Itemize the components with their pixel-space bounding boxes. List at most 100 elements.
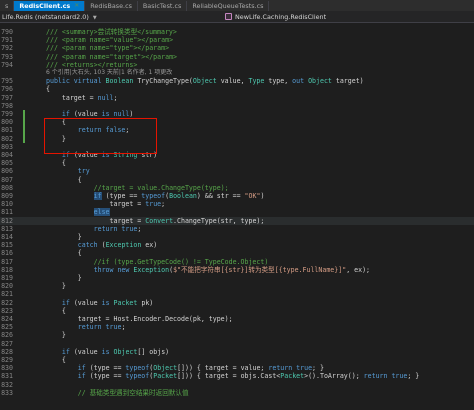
code-token: ; <box>161 200 166 209</box>
code-line[interactable]: 828 if (value is Object[] objs) <box>0 348 474 356</box>
code-line[interactable]: 792 /// <param name="type"></param> <box>0 44 474 52</box>
code-line[interactable]: 821 <box>0 290 474 298</box>
code-line[interactable]: 797 target = null; <box>0 94 474 102</box>
tab-3[interactable]: BasicTest.cs <box>137 1 188 11</box>
code-token: typeof <box>125 372 150 381</box>
code-line[interactable]: 815 catch (Exception ex) <box>0 241 474 249</box>
code-line[interactable]: 794 /// <returns></returns> <box>0 61 474 69</box>
code-line[interactable]: 825 return true; <box>0 323 474 331</box>
tab-2[interactable]: RedisBase.cs <box>85 1 138 11</box>
code-line[interactable]: 791 /// <param name="value"></param> <box>0 36 474 44</box>
code-line[interactable]: 807 { <box>0 176 474 184</box>
code-line[interactable]: 809 if (type == typeof(Boolean) && str =… <box>0 192 474 200</box>
tab-0[interactable]: s <box>0 1 15 11</box>
code-token: target = <box>46 93 98 102</box>
code-line[interactable]: 833 // 基础类型遇到空结果时返回默认值 <box>0 389 474 397</box>
code-line[interactable]: 822 if (value is Packet pk) <box>0 299 474 307</box>
code-line[interactable]: 819 } <box>0 274 474 282</box>
code-line[interactable]: 832 <box>0 381 474 389</box>
line-number: 798 <box>1 101 13 110</box>
line-number: 815 <box>1 241 13 250</box>
member-dropdown[interactable]: NewLife.Caching.RedisClient <box>225 13 326 21</box>
line-number: 828 <box>1 347 13 356</box>
code-line[interactable]: 805 { <box>0 159 474 167</box>
close-icon[interactable]: ✕ <box>74 1 79 11</box>
tab-label: RedisBase.cs <box>90 2 132 10</box>
code-token: return true <box>268 364 313 373</box>
code-line[interactable]: 812 target = Convert.ChangeType(str, typ… <box>0 216 474 225</box>
code-line[interactable]: 793 /// <param name="target"></param> <box>0 53 474 61</box>
code-line[interactable]: 817 //if (type.GetTypeCode() != TypeCode… <box>0 258 474 266</box>
code-line[interactable]: 830 if (type == typeof(Object[])) { targ… <box>0 364 474 372</box>
code-line[interactable]: 831 if (type == typeof(Packet[])) { targ… <box>0 372 474 380</box>
code-token: //if (type.GetTypeCode() != TypeCode.Obj… <box>93 257 269 266</box>
tab-1[interactable]: RedisClient.cs ✕ <box>14 1 86 11</box>
project-dropdown[interactable]: Life.Redis (netstandard2.0) ▼ <box>0 13 225 21</box>
line-number: 804 <box>1 151 13 159</box>
code-line[interactable]: 826 } <box>0 331 474 339</box>
code-line[interactable]: 808 //target = value.ChangeType(type); <box>0 184 474 192</box>
code-token: is <box>101 347 110 356</box>
code-line[interactable]: 806 try <box>0 167 474 175</box>
code-token: type, <box>264 77 293 86</box>
code-text: /// <param name="target"></param> <box>46 53 177 61</box>
code-line[interactable]: 820 } <box>0 282 474 290</box>
code-line[interactable]: 818 throw new Exception($"不能把字符串[{str}]转… <box>0 266 474 274</box>
line-number: 817 <box>1 257 13 266</box>
code-text: //target = value.ChangeType(type); <box>46 184 229 192</box>
code-line[interactable]: 798 <box>0 102 474 110</box>
line-number: 802 <box>1 134 13 143</box>
code-line[interactable]: 799 if (value is null) <box>0 110 474 118</box>
code-editor[interactable]: 790 /// <summary>尝试转换类型</summary> 791 /// <… <box>0 24 474 410</box>
line-number: 806 <box>1 167 13 176</box>
code-line[interactable]: 790 /// <summary>尝试转换类型</summary> <box>0 28 474 36</box>
code-line[interactable]: 814 } <box>0 233 474 241</box>
code-token: ) && str == <box>196 192 245 200</box>
code-token: Object <box>308 77 332 86</box>
tab-label: s <box>5 2 9 10</box>
member-label: NewLife.Caching.RedisClient <box>235 12 327 21</box>
code-line[interactable]: 811 else <box>0 208 474 217</box>
line-number: 791 <box>1 36 13 45</box>
code-text: } <box>46 233 82 241</box>
code-token: throw new <box>93 265 134 274</box>
code-line[interactable]: 829 { <box>0 356 474 364</box>
code-line[interactable]: 827 <box>0 340 474 348</box>
tab-4[interactable]: ReliableQueueTests.cs <box>187 1 270 11</box>
code-token: out <box>292 77 309 86</box>
code-line[interactable]: 810 target = true; <box>0 200 474 208</box>
line-number: 790 <box>1 28 13 36</box>
code-text: /// <summary>尝试转换类型</summary> <box>46 28 177 36</box>
codelens-line[interactable]: 6 个引用|大石头, 103 天前|1 名作者, 1 项更改 <box>0 69 474 77</box>
code-line[interactable]: 824 target = Host.Encoder.Decode(pk, typ… <box>0 315 474 323</box>
code-token: if <box>61 110 70 118</box>
code-token: pk) <box>137 298 154 307</box>
code-token: { <box>46 159 66 168</box>
code-text: { <box>46 307 66 315</box>
code-line[interactable]: 816 { <box>0 249 474 257</box>
code-line[interactable]: 796 { <box>0 85 474 93</box>
code-line[interactable]: 813 return true; <box>0 225 474 233</box>
code-token: ex) <box>141 241 158 250</box>
code-token: } <box>46 282 66 291</box>
tab-label: ReliableQueueTests.cs <box>192 2 264 10</box>
codelens-info[interactable]: 6 个引用|大石头, 103 天前|1 名作者, 1 项更改 <box>46 69 172 77</box>
code-text: // 基础类型遇到空结果时返回默认值 <box>46 389 189 397</box>
code-text: if (value is Packet pk) <box>46 299 153 307</box>
code-token: is <box>101 298 110 307</box>
code-line[interactable]: 795 public virtual Boolean TryChangeType(… <box>0 77 474 85</box>
line-number: 830 <box>1 364 13 373</box>
code-text: target = null; <box>46 93 118 102</box>
code-token: null <box>97 93 114 102</box>
line-number: 824 <box>1 315 13 323</box>
line-number: 832 <box>1 380 13 389</box>
code-token: /// <summary>尝试转换类型</summary> <box>46 28 177 36</box>
code-line[interactable]: 823 { <box>0 307 474 315</box>
line-number: 814 <box>1 233 13 241</box>
